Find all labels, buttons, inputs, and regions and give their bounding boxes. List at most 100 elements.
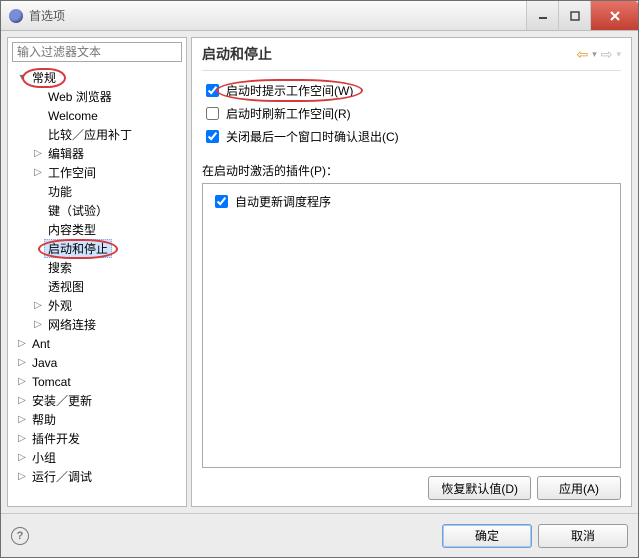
main-header: 启动和停止 ⇦ ▾ ⇨ ▾ [202, 44, 621, 71]
forward-menu-icon[interactable]: ▾ [616, 49, 621, 60]
tree-label: 功能 [44, 182, 76, 201]
label-confirm-exit: 关闭最后一个窗口时确认退出(C) [226, 128, 399, 145]
forward-icon[interactable]: ⇨ [601, 46, 613, 63]
tree-item[interactable]: ▷小组 [14, 448, 184, 467]
filter-field-wrap [12, 42, 182, 62]
expander-icon[interactable]: ▷ [16, 414, 28, 425]
options-group: 启动时提示工作空间(W) 启动时刷新工作空间(R) 关闭最后一个窗口时确认退出(… [202, 81, 621, 146]
bottom-bar: ? 确定 取消 [1, 513, 638, 557]
back-menu-icon[interactable]: ▾ [592, 49, 597, 60]
back-icon[interactable]: ⇦ [576, 46, 588, 63]
tree-item[interactable]: ▷网络连接 [14, 315, 184, 334]
titlebar: 首选项 [1, 1, 638, 31]
tree-item[interactable]: ▷工作空间 [14, 163, 184, 182]
page-buttons: 恢复默认值(D) 应用(A) [202, 476, 621, 500]
filter-input[interactable] [12, 42, 182, 62]
tree-item[interactable]: ▷安装／更新 [14, 391, 184, 410]
checkbox-prompt-workspace[interactable] [206, 84, 219, 97]
checkbox-refresh-workspace[interactable] [206, 107, 219, 120]
expander-icon[interactable]: ▷ [32, 319, 44, 330]
expander-icon[interactable]: ▾ [16, 72, 28, 83]
label-refresh-workspace: 启动时刷新工作空间(R) [226, 105, 351, 122]
tree-item[interactable]: ▷Tomcat [14, 372, 184, 391]
plugins-list[interactable]: 自动更新调度程序 [202, 183, 621, 468]
window-title: 首选项 [29, 7, 526, 24]
expander-icon[interactable]: ▷ [32, 148, 44, 159]
close-button[interactable] [590, 1, 638, 30]
checkbox-plugin-autoupdate[interactable] [215, 195, 228, 208]
label-plugin-autoupdate: 自动更新调度程序 [235, 193, 331, 210]
preferences-window: 首选项 ▾ 常规 Web 浏览器Welcome比较／应用补丁▷编辑器▷工作空间功… [0, 0, 639, 558]
tree-item-startup-shutdown[interactable]: 启动和停止 [14, 239, 184, 258]
checkbox-confirm-exit[interactable] [206, 130, 219, 143]
tree-label: 安装／更新 [28, 391, 96, 410]
main-panel: 启动和停止 ⇦ ▾ ⇨ ▾ 启动时提示工作空间(W) 启动时刷新工作空间(R) [191, 37, 632, 507]
tree-label: Tomcat [28, 374, 75, 390]
tree-label: 编辑器 [44, 144, 88, 163]
expander-icon[interactable]: ▷ [16, 452, 28, 463]
tree-label: 运行／调试 [28, 467, 96, 486]
tree-item[interactable]: Web 浏览器 [14, 87, 184, 106]
tree-label: 透视图 [44, 277, 88, 296]
tree-item[interactable]: 键（试验） [14, 201, 184, 220]
tree-item[interactable]: 搜索 [14, 258, 184, 277]
tree-label: 插件开发 [28, 429, 84, 448]
tree-item[interactable]: ▷外观 [14, 296, 184, 315]
label-prompt-workspace: 启动时提示工作空间(W) [226, 82, 353, 99]
tree-item[interactable]: ▷插件开发 [14, 429, 184, 448]
tree-label: 外观 [44, 296, 76, 315]
tree-item[interactable]: ▷运行／调试 [14, 467, 184, 486]
tree-item[interactable]: ▷Java [14, 353, 184, 372]
restore-defaults-button[interactable]: 恢复默认值(D) [428, 476, 531, 500]
tree-item[interactable]: ▷编辑器 [14, 144, 184, 163]
tree-label: Ant [28, 336, 54, 352]
tree-label: 帮助 [28, 410, 60, 429]
tree-item[interactable]: ▷Ant [14, 334, 184, 353]
tree-item-general[interactable]: ▾ 常规 [14, 68, 184, 87]
tree-label: 小组 [28, 448, 60, 467]
tree-label: 工作空间 [44, 163, 100, 182]
tree-item[interactable]: 比较／应用补丁 [14, 125, 184, 144]
window-controls [526, 1, 638, 30]
tree-label: Web 浏览器 [44, 87, 116, 106]
tree-item[interactable]: 功能 [14, 182, 184, 201]
expander-icon[interactable]: ▷ [32, 300, 44, 311]
content-area: ▾ 常规 Web 浏览器Welcome比较／应用补丁▷编辑器▷工作空间功能键（试… [1, 31, 638, 513]
preference-tree[interactable]: ▾ 常规 Web 浏览器Welcome比较／应用补丁▷编辑器▷工作空间功能键（试… [8, 66, 186, 506]
tree-item[interactable]: ▷帮助 [14, 410, 184, 429]
help-icon[interactable]: ? [11, 527, 29, 545]
expander-icon[interactable]: ▷ [16, 338, 28, 349]
tree-label: 搜索 [44, 258, 76, 277]
expander-icon[interactable]: ▷ [16, 471, 28, 482]
tree-label: 网络连接 [44, 315, 100, 334]
tree-label: Java [28, 355, 61, 371]
maximize-button[interactable] [558, 1, 590, 30]
expander-icon[interactable]: ▷ [32, 167, 44, 178]
cancel-button[interactable]: 取消 [538, 524, 628, 548]
tree-item[interactable]: Welcome [14, 106, 184, 125]
plugins-label: 在启动时激活的插件(P)： [202, 162, 621, 179]
expander-icon[interactable]: ▷ [16, 395, 28, 406]
check-confirm-exit[interactable]: 关闭最后一个窗口时确认退出(C) [202, 127, 621, 146]
nav-arrows: ⇦ ▾ ⇨ ▾ [576, 46, 621, 63]
tree-label: 键（试验） [44, 201, 112, 220]
plugin-row[interactable]: 自动更新调度程序 [211, 192, 612, 211]
apply-button[interactable]: 应用(A) [537, 476, 621, 500]
expander-icon[interactable]: ▷ [16, 376, 28, 387]
eclipse-icon [9, 9, 23, 23]
tree-label: 比较／应用补丁 [44, 125, 136, 144]
tree-label-selected: 启动和停止 [48, 242, 108, 256]
expander-icon[interactable]: ▷ [16, 433, 28, 444]
minimize-button[interactable] [526, 1, 558, 30]
expander-icon[interactable]: ▷ [16, 357, 28, 368]
tree-label: Welcome [44, 108, 102, 124]
tree-item[interactable]: 透视图 [14, 277, 184, 296]
ok-button[interactable]: 确定 [442, 524, 532, 548]
check-prompt-workspace[interactable]: 启动时提示工作空间(W) [202, 81, 621, 100]
tree-label-general: 常规 [32, 71, 56, 85]
page-title: 启动和停止 [202, 44, 272, 64]
check-refresh-workspace[interactable]: 启动时刷新工作空间(R) [202, 104, 621, 123]
tree-label: 内容类型 [44, 220, 100, 239]
category-sidebar: ▾ 常规 Web 浏览器Welcome比较／应用补丁▷编辑器▷工作空间功能键（试… [7, 37, 187, 507]
tree-item[interactable]: 内容类型 [14, 220, 184, 239]
